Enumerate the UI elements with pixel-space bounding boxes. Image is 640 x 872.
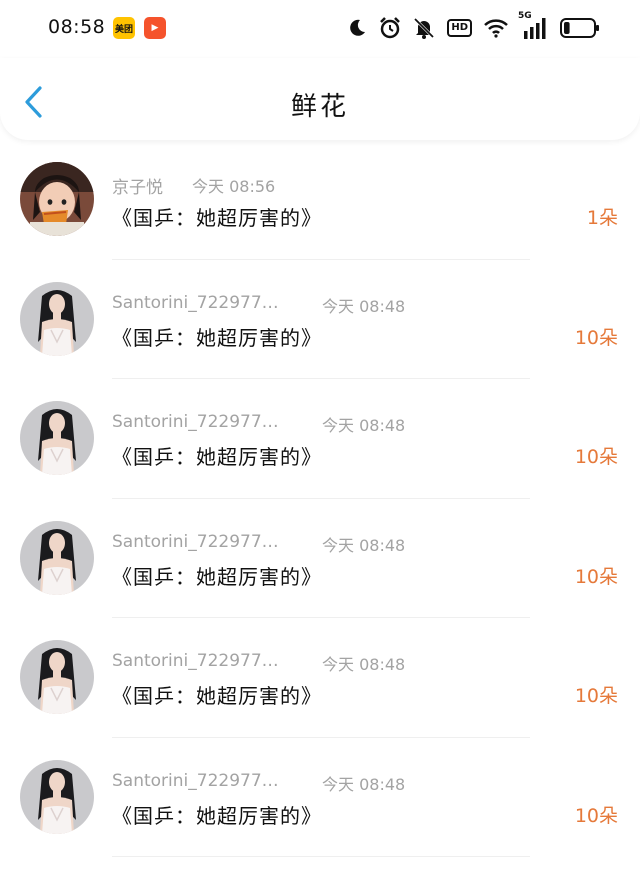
user-name[interactable]: Santorini_722977… (112, 532, 279, 552)
gift-row[interactable]: Santorini_722977… 今天 08:48 《国乒：她超厉害的》 10朵 (0, 499, 640, 618)
gift-message: 《国乒：她超厉害的》 (112, 325, 322, 350)
avatar[interactable] (20, 162, 94, 236)
page-title: 鲜花 (290, 92, 349, 122)
wifi-icon (484, 18, 508, 38)
flower-count: 10朵 (574, 326, 618, 349)
avatar[interactable] (20, 401, 94, 475)
gift-message: 《国乒：她超厉害的》 (112, 684, 322, 708)
timestamp: 今天 08:48 (322, 655, 406, 674)
nav-bar: 鲜花 (0, 58, 640, 140)
avatar[interactable] (20, 759, 94, 834)
gift-message: 《国乒：她超厉害的》 (112, 564, 322, 589)
moon-icon (347, 18, 367, 38)
gift-row[interactable]: 京子悦 今天 08:56 《国乒：她超厉害的》 1朵 (0, 140, 640, 260)
divider (112, 856, 530, 857)
status-icons: HD 5G (347, 11, 600, 40)
status-time: 08:58 (48, 16, 106, 38)
user-name[interactable]: Santorini_722977… (112, 651, 279, 671)
gift-list: 京子悦 今天 08:56 《国乒：她超厉害的》 1朵 Santorini_722977… (0, 140, 640, 857)
hd-icon: HD (447, 19, 472, 37)
flower-count: 10朵 (574, 804, 618, 827)
timestamp: 今天 08:56 (192, 177, 276, 196)
network-type-label: 5G (518, 11, 532, 21)
flower-count: 10朵 (574, 565, 618, 588)
gift-row[interactable]: Santorini_722977… 今天 08:48 《国乒：她超厉害的》 10朵 (0, 618, 640, 738)
status-bar: 08:58 美团 ▶ HD 5G (0, 0, 640, 58)
signal-icon: 5G (518, 11, 548, 39)
flower-count: 1朵 (586, 207, 618, 229)
timestamp: 今天 08:48 (322, 774, 406, 794)
flower-count: 10朵 (574, 685, 618, 707)
timestamp: 今天 08:48 (322, 296, 406, 316)
avatar[interactable] (20, 640, 94, 714)
user-name[interactable]: Santorini_722977… (112, 293, 279, 313)
user-name[interactable]: Santorini_722977… (112, 771, 279, 791)
battery-icon (560, 17, 600, 39)
video-app-icon: ▶ (144, 17, 166, 39)
avatar[interactable] (20, 281, 94, 356)
alarm-icon (379, 17, 401, 39)
gift-row[interactable]: Santorini_722977… 今天 08:48 《国乒：她超厉害的》 10朵 (0, 379, 640, 499)
mute-icon (413, 17, 435, 39)
timestamp: 今天 08:48 (322, 416, 406, 435)
gift-row[interactable]: Santorini_722977… 今天 08:48 《国乒：她超厉害的》 10朵 (0, 738, 640, 857)
gift-message: 《国乒：她超厉害的》 (112, 206, 322, 230)
user-name[interactable]: Santorini_722977… (112, 412, 279, 432)
gift-message: 《国乒：她超厉害的》 (112, 803, 322, 828)
timestamp: 今天 08:48 (322, 535, 406, 555)
avatar[interactable] (20, 520, 94, 595)
gift-row[interactable]: Santorini_722977… 今天 08:48 《国乒：她超厉害的》 10朵 (0, 260, 640, 379)
flower-count: 10朵 (574, 446, 618, 468)
user-name[interactable]: 京子悦 (112, 173, 163, 198)
gift-message: 《国乒：她超厉害的》 (112, 445, 322, 469)
meituan-app-icon: 美团 (113, 17, 135, 39)
